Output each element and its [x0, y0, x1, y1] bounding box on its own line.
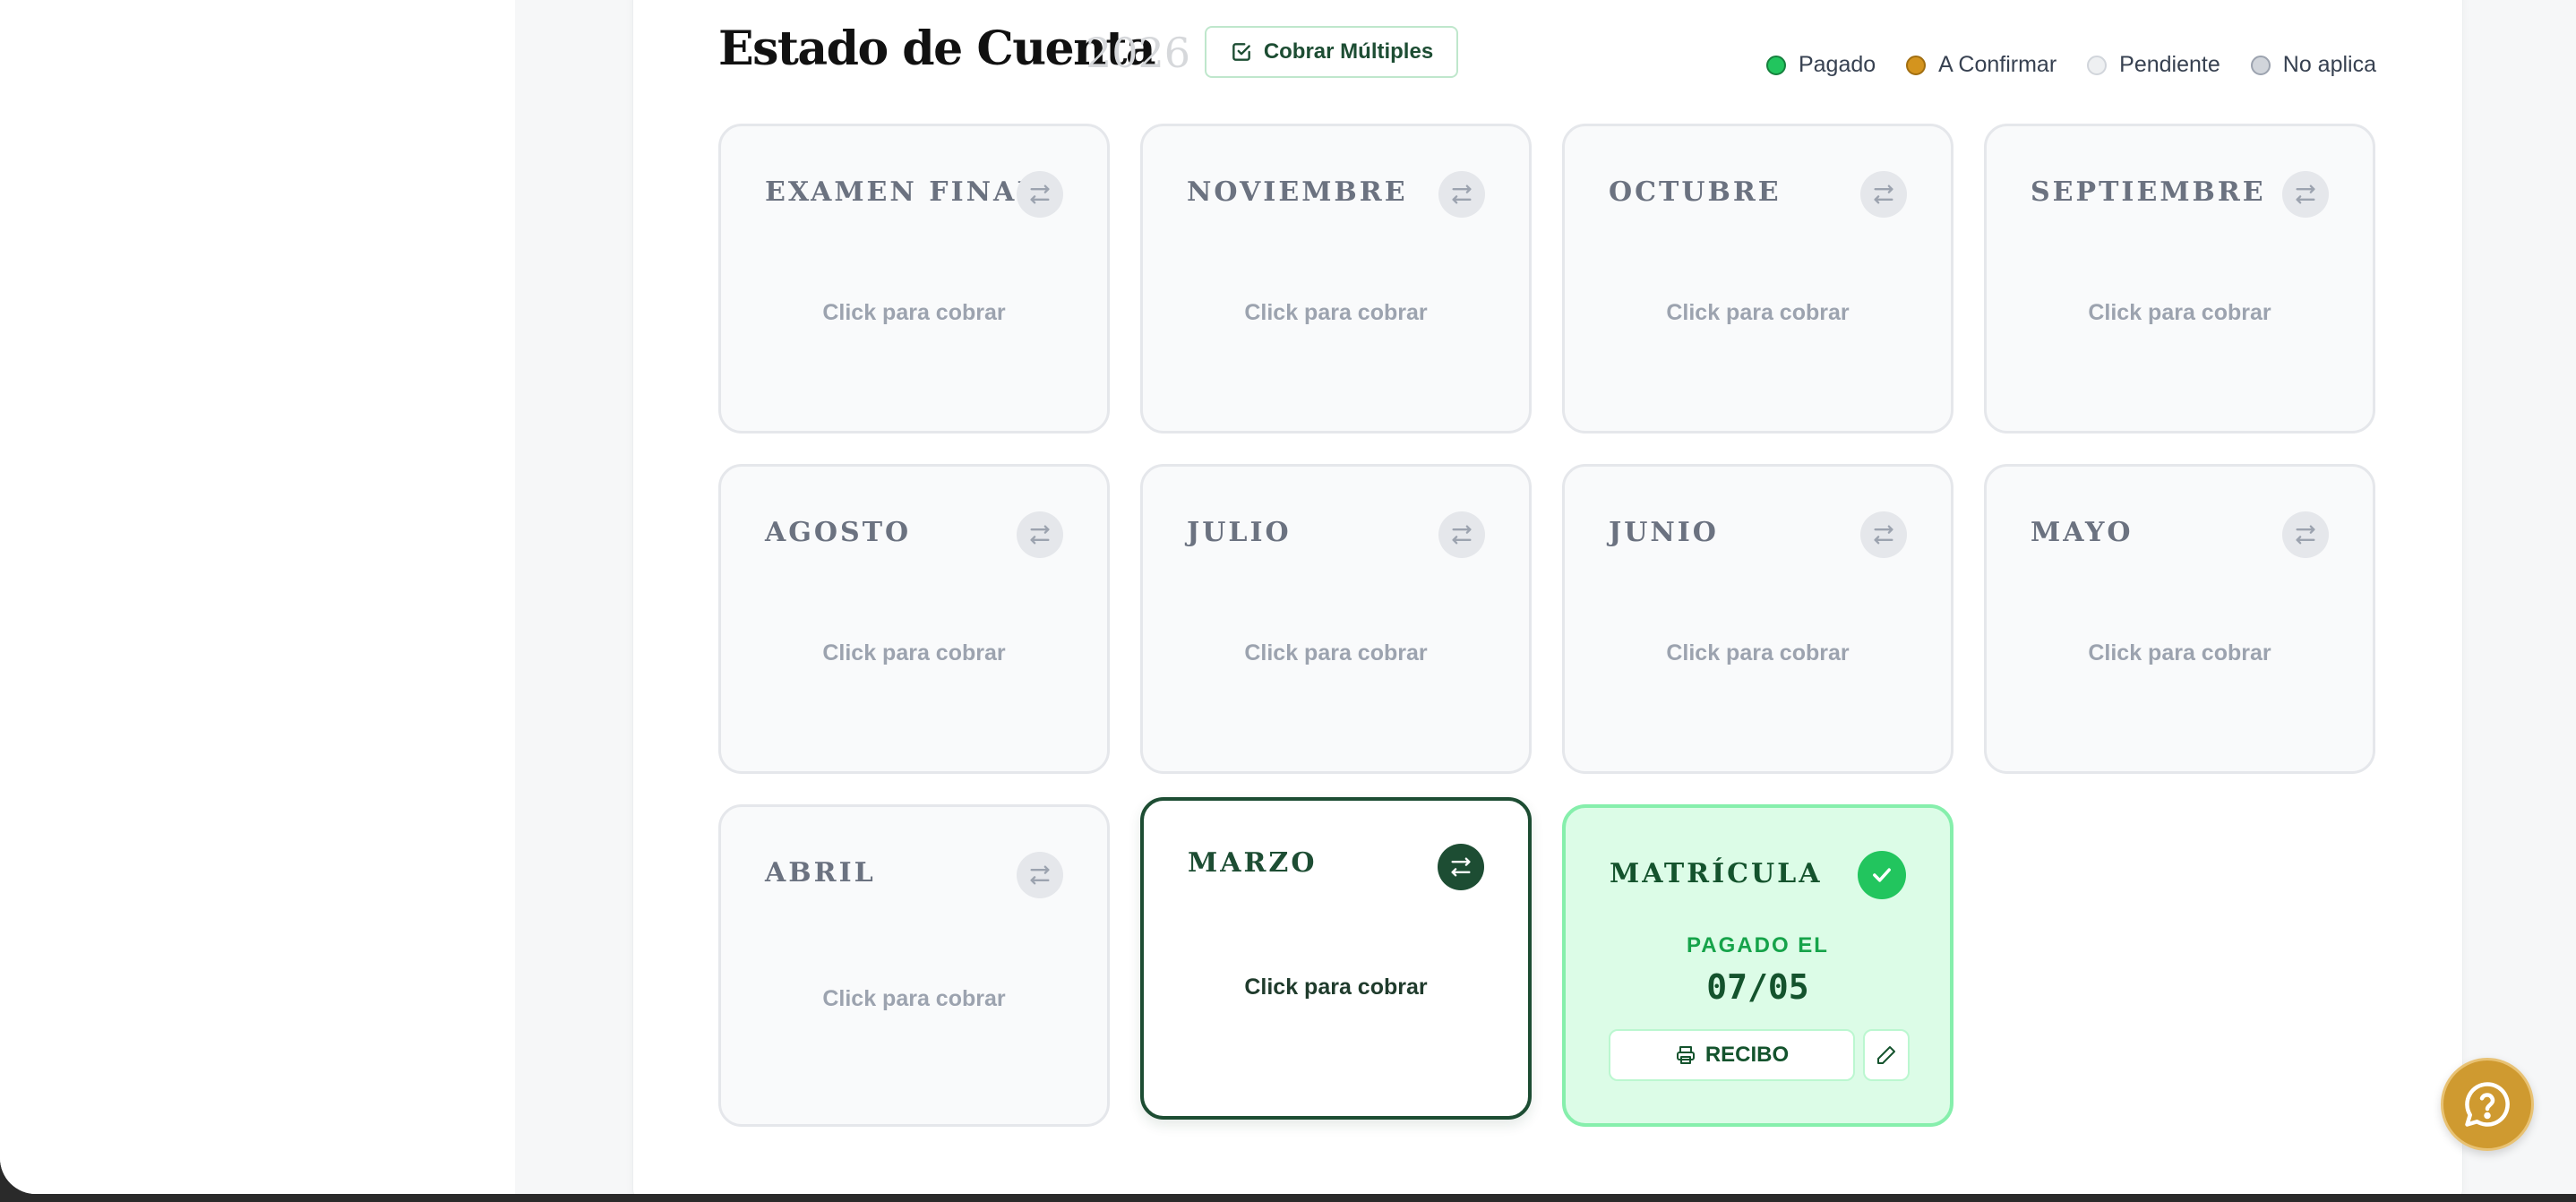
card-label: ABRIL: [765, 857, 876, 889]
status-legend: Pagado A Confirmar Pendiente No aplica: [1765, 52, 2376, 78]
card-cta: Click para cobrar: [2088, 640, 2271, 665]
paid-status-label: PAGADO EL: [1687, 933, 1829, 957]
card-marzo[interactable]: MARZO Click para cobrar: [1140, 797, 1532, 1120]
receipt-button[interactable]: RECIBO: [1609, 1029, 1855, 1081]
check-icon: [1858, 851, 1906, 899]
legend-label: Pagado: [1798, 52, 1876, 77]
card-label: AGOSTO: [765, 517, 912, 548]
swap-arrows-icon[interactable]: [1438, 171, 1485, 218]
card-octubre[interactable]: OCTUBRE Click para cobrar: [1562, 124, 1953, 434]
card-cta: Click para cobrar: [1244, 640, 1428, 665]
card-cta: Click para cobrar: [1244, 974, 1428, 1000]
card-label: OCTUBRE: [1609, 176, 1782, 208]
card-agosto[interactable]: AGOSTO Click para cobrar: [718, 464, 1110, 774]
legend-dot-pendiente: [2087, 55, 2108, 75]
legend-item-no-aplica: No aplica: [2250, 52, 2376, 78]
swap-arrows-icon[interactable]: [1438, 511, 1485, 558]
legend-dot-a-confirmar: [1906, 55, 1927, 75]
legend-item-pendiente: Pendiente: [2087, 52, 2220, 78]
card-noviembre[interactable]: NOVIEMBRE Click para cobrar: [1140, 124, 1532, 434]
card-label: MAYO: [2031, 517, 2134, 548]
card-junio[interactable]: JUNIO Click para cobrar: [1562, 464, 1953, 774]
swap-arrows-icon[interactable]: [1017, 171, 1063, 218]
card-cta: Click para cobrar: [822, 640, 1006, 665]
legend-label: A Confirmar: [1938, 52, 2057, 77]
legend-label: Pendiente: [2119, 52, 2220, 77]
swap-arrows-icon[interactable]: [1860, 171, 1907, 218]
year-label: 2026: [1086, 29, 1191, 77]
paid-date: 07/05: [1706, 967, 1809, 1007]
card-label: EXAMEN FINAL: [765, 176, 1039, 208]
receipt-button-label: RECIBO: [1704, 1043, 1790, 1067]
swap-arrows-icon[interactable]: [2282, 171, 2329, 218]
legend-item-a-confirmar: A Confirmar: [1906, 52, 2057, 78]
swap-arrows-icon[interactable]: [1017, 511, 1063, 558]
card-matricula[interactable]: MATRÍCULA PAGADO EL 07/05 RECIBO: [1562, 804, 1953, 1127]
swap-arrows-icon[interactable]: [1860, 511, 1907, 558]
edit-payment-button[interactable]: [1863, 1029, 1910, 1081]
checkbox-square-icon: [1232, 43, 1250, 61]
card-label: MATRÍCULA: [1610, 858, 1823, 889]
pencil-icon: [1877, 1046, 1895, 1064]
card-julio[interactable]: JULIO Click para cobrar: [1140, 464, 1532, 774]
cobrar-multiples-label: Cobrar Múltiples: [1263, 39, 1434, 64]
help-chat-button[interactable]: [2441, 1058, 2534, 1151]
card-label: JUNIO: [1609, 517, 1719, 548]
card-cta: Click para cobrar: [822, 986, 1006, 1011]
card-cta: Click para cobrar: [2088, 300, 2271, 325]
card-abril[interactable]: ABRIL Click para cobrar: [718, 804, 1110, 1127]
legend-dot-pagado: [1765, 55, 1786, 75]
card-examen-final[interactable]: EXAMEN FINAL Click para cobrar: [718, 124, 1110, 434]
card-label: MARZO: [1188, 847, 1318, 879]
swap-arrows-icon[interactable]: [1438, 844, 1484, 890]
swap-arrows-icon[interactable]: [2282, 511, 2329, 558]
card-label: SEPTIEMBRE: [2031, 176, 2266, 208]
card-mayo[interactable]: MAYO Click para cobrar: [1984, 464, 2375, 774]
card-cta: Click para cobrar: [1244, 300, 1428, 325]
left-blank-pane: [0, 0, 515, 1194]
card-cta: Click para cobrar: [1666, 640, 1850, 665]
printer-icon: [1676, 1046, 1695, 1064]
legend-label: No aplica: [2282, 52, 2376, 77]
legend-item-pagado: Pagado: [1765, 52, 1876, 78]
swap-arrows-icon[interactable]: [1017, 852, 1063, 898]
card-cta: Click para cobrar: [1666, 300, 1850, 325]
card-label: NOVIEMBRE: [1187, 176, 1408, 208]
app-window: Estado de Cuenta 2026 Cobrar Múltiples P…: [0, 0, 2576, 1194]
card-label: JULIO: [1187, 517, 1292, 548]
help-chat-icon: [2465, 1082, 2510, 1127]
cobrar-multiples-button[interactable]: Cobrar Múltiples: [1205, 26, 1458, 78]
legend-dot-no-aplica: [2250, 55, 2271, 75]
card-septiembre[interactable]: SEPTIEMBRE Click para cobrar: [1984, 124, 2375, 434]
card-cta: Click para cobrar: [822, 300, 1006, 325]
